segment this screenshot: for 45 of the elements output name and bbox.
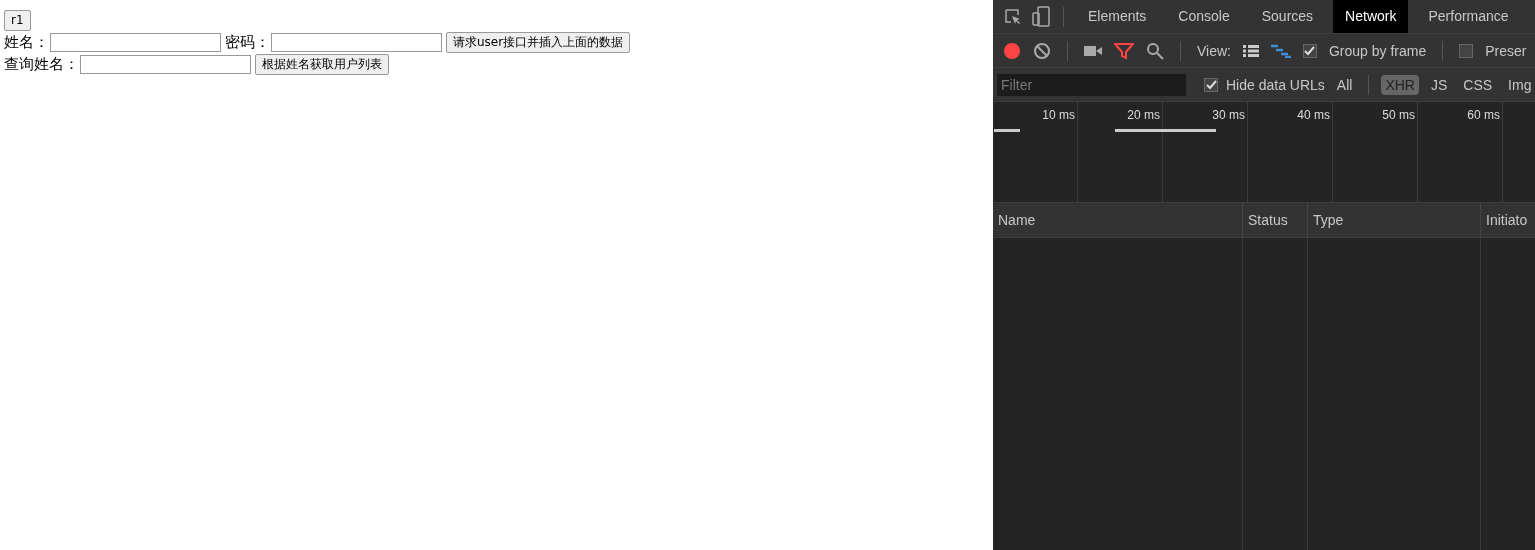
field-label: 密码： [225,32,270,52]
inspect-icon[interactable] [1003,6,1023,27]
column-header[interactable]: Type [1313,212,1344,228]
tick-label: 10 ms [1042,108,1075,122]
tick-label: 20 ms [1127,108,1160,122]
type-filter[interactable]: All [1332,74,1357,95]
devtools-tab[interactable]: Console [1166,0,1242,33]
column-header[interactable]: Name [998,212,1036,228]
input-field[interactable] [50,32,221,52]
column-header[interactable]: Initiato [1486,212,1528,228]
tick-label: 40 ms [1297,108,1330,122]
list-icon[interactable] [1243,44,1259,57]
checkbox-label: Group by frame [1329,42,1427,59]
tick-label: 60 ms [1467,108,1500,122]
filter-field[interactable]: Filter [997,73,1186,96]
tick-label: 30 ms [1212,108,1245,122]
type-filter[interactable]: Img [1504,74,1535,95]
r1-button[interactable]: r1 [4,9,31,31]
submit-button[interactable]: 根据姓名获取用户列表 [255,53,389,75]
devtools-tab[interactable]: Network [1333,0,1409,33]
checkbox-label: Hide data URLs [1226,76,1325,93]
checkbox-label: Preser [1485,42,1527,59]
field-label: 查询姓名： [4,54,79,74]
clear-icon[interactable] [1033,41,1051,60]
tick-label: 50 ms [1382,108,1415,122]
checkbox[interactable] [1459,43,1474,58]
view-label: View: [1197,42,1231,59]
checkbox[interactable] [1303,43,1317,58]
checkbox[interactable] [1204,77,1218,92]
input-field[interactable] [80,54,251,74]
devtools-tab[interactable]: Sources [1249,0,1326,33]
type-filter[interactable]: JS [1426,74,1452,95]
column-header[interactable]: Status [1248,212,1288,228]
device-icon[interactable] [1031,5,1051,28]
waterfall-icon[interactable] [1271,43,1291,58]
submit-button[interactable]: 请求user接口并插入上面的数据 [446,31,631,53]
filter-icon[interactable] [1114,41,1134,60]
devtools-tab[interactable]: Elements [1076,0,1159,33]
field-label: 姓名： [4,32,49,52]
search-icon[interactable] [1146,41,1164,60]
devtools-tab[interactable]: Performance [1416,0,1521,33]
input-field[interactable] [271,32,442,52]
type-filter[interactable]: CSS [1459,74,1497,95]
camera-icon[interactable] [1084,43,1102,58]
record-icon[interactable] [1003,41,1021,60]
